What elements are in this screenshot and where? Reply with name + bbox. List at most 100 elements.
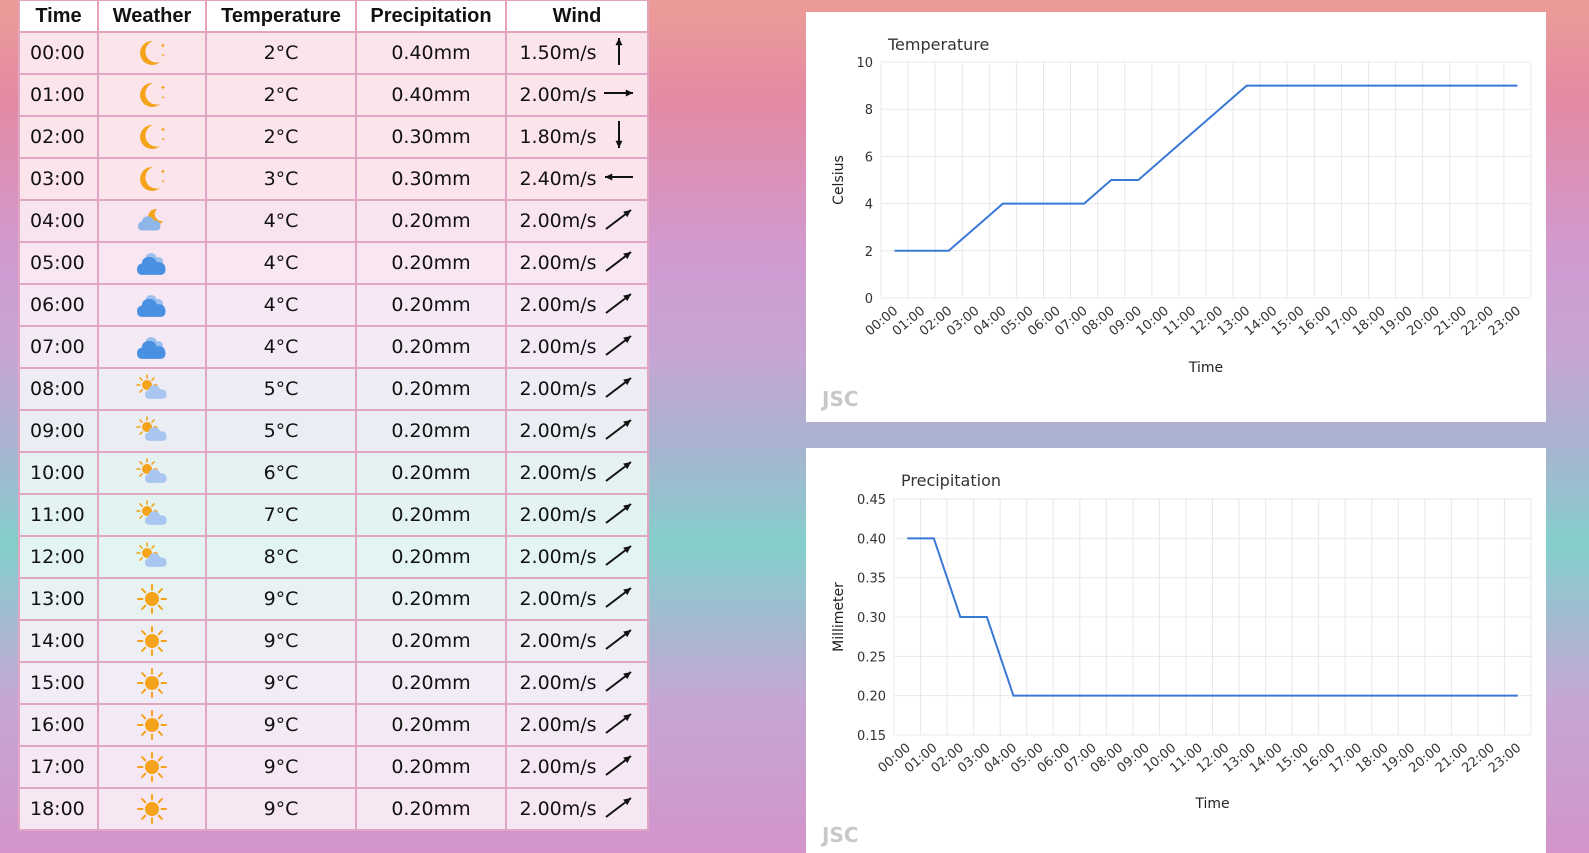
partly-sunny-icon: [136, 416, 168, 442]
chart-title: Precipitation: [901, 471, 1001, 490]
wind-speed: 2.40m/s: [519, 168, 597, 190]
north-arrow-icon: [603, 35, 635, 72]
precipitation-cell: 0.20mm: [355, 409, 507, 453]
time-cell: 14:00: [18, 619, 99, 663]
precipitation-cell: 0.20mm: [355, 577, 507, 621]
precipitation-cell: 0.30mm: [355, 157, 507, 201]
northeast-arrow-icon: [603, 749, 635, 786]
temperature-cell: 9°C: [205, 745, 357, 789]
table-row: 04:00 4°C 0.20mm 2.00m/s: [18, 199, 649, 243]
weather-cell: [97, 325, 207, 369]
wind-speed: 1.50m/s: [519, 42, 597, 64]
col-header-precipitation[interactable]: Precipitation: [355, 0, 507, 33]
partly-sunny-icon: [136, 458, 168, 484]
col-header-time[interactable]: Time: [18, 0, 99, 33]
temperature-cell: 3°C: [205, 157, 357, 201]
table-row: 16:00 9°C 0.20mm 2.00m/s: [18, 703, 649, 747]
svg-text:✦: ✦: [161, 179, 165, 185]
svg-text:✦: ✦: [160, 84, 166, 92]
northeast-arrow-icon: [603, 245, 635, 282]
northeast-arrow-icon: [603, 497, 635, 534]
col-header-temperature[interactable]: Temperature: [205, 0, 357, 33]
partly-sunny-icon: [136, 374, 168, 400]
sunny-icon: [136, 584, 168, 614]
table-row: 18:00 9°C 0.20mm 2.00m/s: [18, 787, 649, 831]
partly-sunny-icon: [136, 500, 168, 526]
temperature-cell: 9°C: [205, 619, 357, 663]
south-arrow-icon: [603, 119, 635, 156]
weather-cell: [97, 661, 207, 705]
precipitation-cell: 0.20mm: [355, 283, 507, 327]
temperature-cell: 9°C: [205, 577, 357, 621]
table-row: 14:00 9°C 0.20mm 2.00m/s: [18, 619, 649, 663]
northeast-arrow-icon: [603, 413, 635, 450]
time-cell: 05:00: [18, 241, 99, 285]
time-cell: 17:00: [18, 745, 99, 789]
wind-speed: 2.00m/s: [519, 378, 597, 400]
y-tick-label: 0.40: [857, 532, 886, 547]
wind-speed: 2.00m/s: [519, 210, 597, 232]
precipitation-chart: 0.150.200.250.300.350.400.4500:0001:0002…: [820, 471, 1532, 847]
precipitation-cell: 0.20mm: [355, 619, 507, 663]
wind-cell: 2.00m/s: [505, 409, 649, 453]
y-tick-label: 0.15: [857, 729, 886, 744]
time-cell: 10:00: [18, 451, 99, 495]
weather-cell: [97, 367, 207, 411]
wind-cell: 2.40m/s: [505, 157, 649, 201]
wind-cell: 1.80m/s: [505, 115, 649, 159]
time-cell: 08:00: [18, 367, 99, 411]
x-axis-label: Time: [1188, 360, 1223, 376]
precipitation-cell: 0.40mm: [355, 73, 507, 117]
jsc-logo: JSC: [820, 387, 859, 411]
temperature-cell: 9°C: [205, 703, 357, 747]
chart-title: Temperature: [887, 35, 989, 54]
table-row: 08:00 5°C 0.20mm 2.00m/s: [18, 367, 649, 411]
table-body: 00:00 ✦ ✦ 2°C 0.40mm 1.50m/s 01:00 ✦ ✦ 2°C 0.40mm 2…: [18, 31, 649, 831]
northeast-arrow-icon: [603, 371, 635, 408]
col-header-wind[interactable]: Wind: [505, 0, 649, 33]
northeast-arrow-icon: [603, 791, 635, 828]
table-row: 07:00 4°C 0.20mm 2.00m/s: [18, 325, 649, 369]
temperature-cell: 7°C: [205, 493, 357, 537]
sunny-icon: [136, 668, 168, 698]
weather-cell: ✦ ✦: [97, 31, 207, 75]
wind-cell: 2.00m/s: [505, 73, 649, 117]
precipitation-cell: 0.20mm: [355, 325, 507, 369]
y-tick-label: 10: [856, 56, 873, 71]
sunny-icon: [136, 794, 168, 824]
night-cloudy-icon: [136, 208, 168, 232]
wind-cell: 2.00m/s: [505, 367, 649, 411]
northeast-arrow-icon: [603, 539, 635, 576]
wind-speed: 2.00m/s: [519, 714, 597, 736]
time-cell: 18:00: [18, 787, 99, 831]
time-cell: 09:00: [18, 409, 99, 453]
temperature-cell: 6°C: [205, 451, 357, 495]
table-row: 13:00 9°C 0.20mm 2.00m/s: [18, 577, 649, 621]
table-row: 03:00 ✦ ✦ 3°C 0.30mm 2.40m/s: [18, 157, 649, 201]
wind-speed: 2.00m/s: [519, 546, 597, 568]
northeast-arrow-icon: [603, 707, 635, 744]
weather-cell: [97, 241, 207, 285]
table-row: 01:00 ✦ ✦ 2°C 0.40mm 2.00m/s: [18, 73, 649, 117]
time-cell: 11:00: [18, 493, 99, 537]
temperature-cell: 2°C: [205, 73, 357, 117]
temperature-cell: 5°C: [205, 367, 357, 411]
wind-cell: 1.50m/s: [505, 31, 649, 75]
wind-speed: 2.00m/s: [519, 84, 597, 106]
wind-cell: 2.00m/s: [505, 241, 649, 285]
cloudy-icon: [136, 294, 168, 317]
partly-sunny-icon: [136, 542, 168, 568]
jsc-logo: JSC: [820, 823, 859, 847]
y-axis-label: Millimeter: [831, 582, 847, 652]
table-row: 06:00 4°C 0.20mm 2.00m/s: [18, 283, 649, 327]
svg-text:✦: ✦: [161, 53, 165, 59]
table-row: 11:00 7°C 0.20mm 2.00m/s: [18, 493, 649, 537]
weather-cell: [97, 409, 207, 453]
temperature-cell: 9°C: [205, 787, 357, 831]
svg-text:✦: ✦: [160, 42, 166, 50]
y-axis-label: Celsius: [831, 155, 847, 205]
west-arrow-icon: [603, 161, 635, 198]
wind-cell: 2.00m/s: [505, 283, 649, 327]
wind-cell: 2.00m/s: [505, 535, 649, 579]
col-header-weather[interactable]: Weather: [97, 0, 207, 33]
